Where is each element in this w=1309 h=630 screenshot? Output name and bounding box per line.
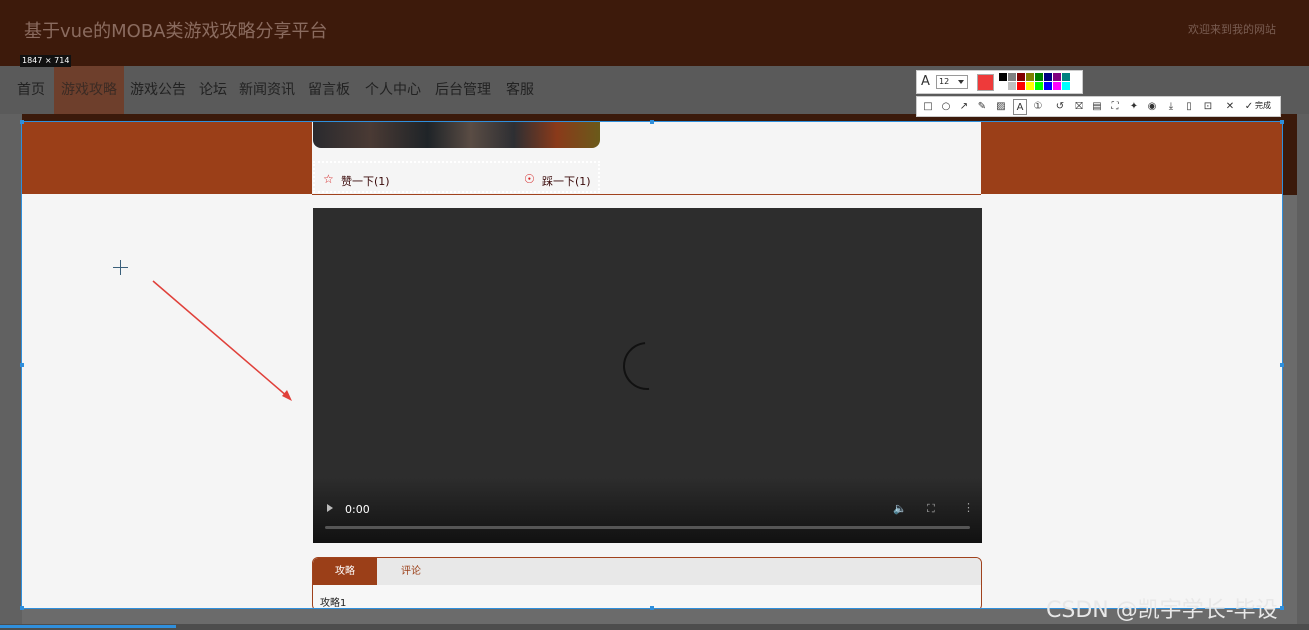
- video-player[interactable]: 0:00 🔈 ⛶ ⋮: [313, 208, 982, 543]
- divider: [312, 194, 981, 195]
- header-band-right: [981, 122, 1282, 194]
- game-cover-image: [313, 122, 600, 148]
- dimmed-area-right: [1297, 114, 1309, 630]
- tab-comment[interactable]: 评论: [379, 558, 443, 585]
- ocr-icon[interactable]: ▤: [1090, 99, 1104, 115]
- color-swatch[interactable]: [1035, 73, 1043, 81]
- color-swatch[interactable]: [1008, 73, 1016, 81]
- arrow-icon[interactable]: ↗: [957, 99, 971, 115]
- thumbs-up-icon: ☆: [323, 172, 334, 186]
- annotation-style-bar: A 12: [916, 70, 1083, 94]
- record-icon[interactable]: ◉: [1145, 99, 1159, 115]
- vote-box: ☆ 赞一下(1) ☉ 踩一下(1): [313, 161, 600, 193]
- ellipse-icon[interactable]: ○: [939, 99, 953, 115]
- done-button[interactable]: 完成: [1255, 100, 1271, 111]
- bottom-status-bar: [0, 624, 1309, 630]
- nav-item-game-guides[interactable]: 游戏攻略: [54, 66, 124, 114]
- copy-icon[interactable]: ▯: [1182, 99, 1196, 115]
- color-swatch[interactable]: [999, 73, 1007, 81]
- fullscreen-icon[interactable]: ⛶: [927, 502, 935, 516]
- rectangle-icon[interactable]: □: [921, 99, 935, 115]
- close-icon[interactable]: ✕: [1223, 99, 1237, 115]
- nav-item-forum[interactable]: 论坛: [199, 66, 227, 114]
- check-icon[interactable]: ✓: [1242, 99, 1256, 115]
- undo-icon[interactable]: ↺: [1053, 99, 1067, 115]
- tab-bar: 攻略 评论: [313, 558, 981, 585]
- save-icon[interactable]: ⛝: [1072, 99, 1086, 115]
- chevron-down-icon: [958, 80, 964, 84]
- bottom-progress: [0, 625, 176, 628]
- site-title: 基于vue的MOBA类游戏攻略分享平台: [24, 21, 328, 42]
- dislike-label: 踩一下(1): [542, 175, 591, 188]
- nav-item-home[interactable]: 首页: [17, 66, 45, 114]
- site-header: 基于vue的MOBA类游戏攻略分享平台 欢迎来到我的网站: [0, 0, 1309, 66]
- nav-item-announcements[interactable]: 游戏公告: [130, 66, 186, 114]
- welcome-text: 欢迎来到我的网站: [1188, 23, 1276, 36]
- mosaic-icon[interactable]: ▨: [994, 99, 1008, 115]
- scroll-capture-icon[interactable]: ⛶: [1108, 99, 1122, 115]
- like-label: 赞一下(1): [341, 175, 390, 188]
- strategy-tabs: 攻略 评论 攻略1: [312, 557, 982, 608]
- selection-handle-bottom-right[interactable]: [1280, 606, 1284, 610]
- pen-icon[interactable]: ✎: [975, 99, 989, 115]
- play-icon[interactable]: [327, 504, 333, 512]
- selection-handle-top[interactable]: [650, 120, 654, 124]
- font-size-value: 12: [939, 77, 950, 86]
- nav-item-support[interactable]: 客服: [506, 66, 534, 114]
- annotation-tool-bar: □ ○ ↗ ✎ ▨ A ① ↺ ⛝ ▤ ⛶ ✦ ◉ ⤓ ▯ ⊡ ✕ ✓ 完成: [916, 96, 1281, 117]
- color-swatch[interactable]: [1053, 82, 1061, 90]
- video-progress-bar[interactable]: [325, 526, 970, 529]
- selection-handle-bottom[interactable]: [650, 606, 654, 610]
- thumbs-down-icon: ☉: [524, 172, 535, 186]
- nav-item-news[interactable]: 新闻资讯: [239, 66, 295, 114]
- color-swatch[interactable]: [1008, 82, 1016, 90]
- loading-spinner-icon: [613, 332, 681, 400]
- current-color-swatch[interactable]: [977, 74, 994, 91]
- color-swatch[interactable]: [1017, 82, 1025, 90]
- color-swatch[interactable]: [1044, 73, 1052, 81]
- bookmark-icon[interactable]: ⊡: [1201, 99, 1215, 115]
- volume-icon[interactable]: 🔈: [893, 502, 907, 515]
- selection-handle-top-left[interactable]: [20, 120, 24, 124]
- nav-item-profile[interactable]: 个人中心: [365, 66, 421, 114]
- more-options-icon[interactable]: ⋮: [963, 501, 974, 514]
- selection-size-badge: 1847 × 714: [20, 55, 72, 67]
- pin-icon[interactable]: ✦: [1127, 99, 1141, 115]
- number-icon[interactable]: ①: [1031, 99, 1045, 115]
- font-icon: A: [921, 74, 930, 89]
- nav-item-admin[interactable]: 后台管理: [435, 66, 491, 114]
- tab-content-text: 攻略1: [320, 598, 347, 608]
- nav-item-message-board[interactable]: 留言板: [308, 66, 350, 114]
- selection-handle-bottom-left[interactable]: [20, 606, 24, 610]
- color-swatch[interactable]: [1026, 82, 1034, 90]
- color-swatch[interactable]: [1062, 82, 1070, 90]
- color-swatch[interactable]: [1053, 73, 1061, 81]
- dimmed-area-left: [0, 114, 22, 630]
- color-swatch[interactable]: [1017, 73, 1025, 81]
- color-swatch[interactable]: [1062, 73, 1070, 81]
- selection-handle-left[interactable]: [20, 363, 24, 367]
- video-controls-bg: [313, 478, 982, 543]
- font-size-select[interactable]: 12: [936, 75, 968, 89]
- video-time: 0:00: [345, 503, 370, 516]
- color-swatch[interactable]: [999, 82, 1007, 90]
- color-swatch[interactable]: [1035, 82, 1043, 90]
- crosshair-cursor-icon: [113, 260, 128, 275]
- selection-handle-top-right[interactable]: [1280, 120, 1284, 124]
- capture-selection[interactable]: ☆ 赞一下(1) ☉ 踩一下(1) 0:00 🔈 ⛶ ⋮ 攻略 评论 攻略1: [21, 121, 1283, 609]
- color-swatch[interactable]: [1044, 82, 1052, 90]
- csdn-watermark: CSDN @凯宇学长-毕设: [1046, 598, 1278, 623]
- color-swatch[interactable]: [1026, 73, 1034, 81]
- header-band-left: [22, 122, 312, 194]
- download-icon[interactable]: ⤓: [1164, 99, 1178, 115]
- text-icon[interactable]: A: [1013, 99, 1027, 115]
- tab-guide[interactable]: 攻略: [313, 558, 377, 585]
- selection-handle-right[interactable]: [1280, 363, 1284, 367]
